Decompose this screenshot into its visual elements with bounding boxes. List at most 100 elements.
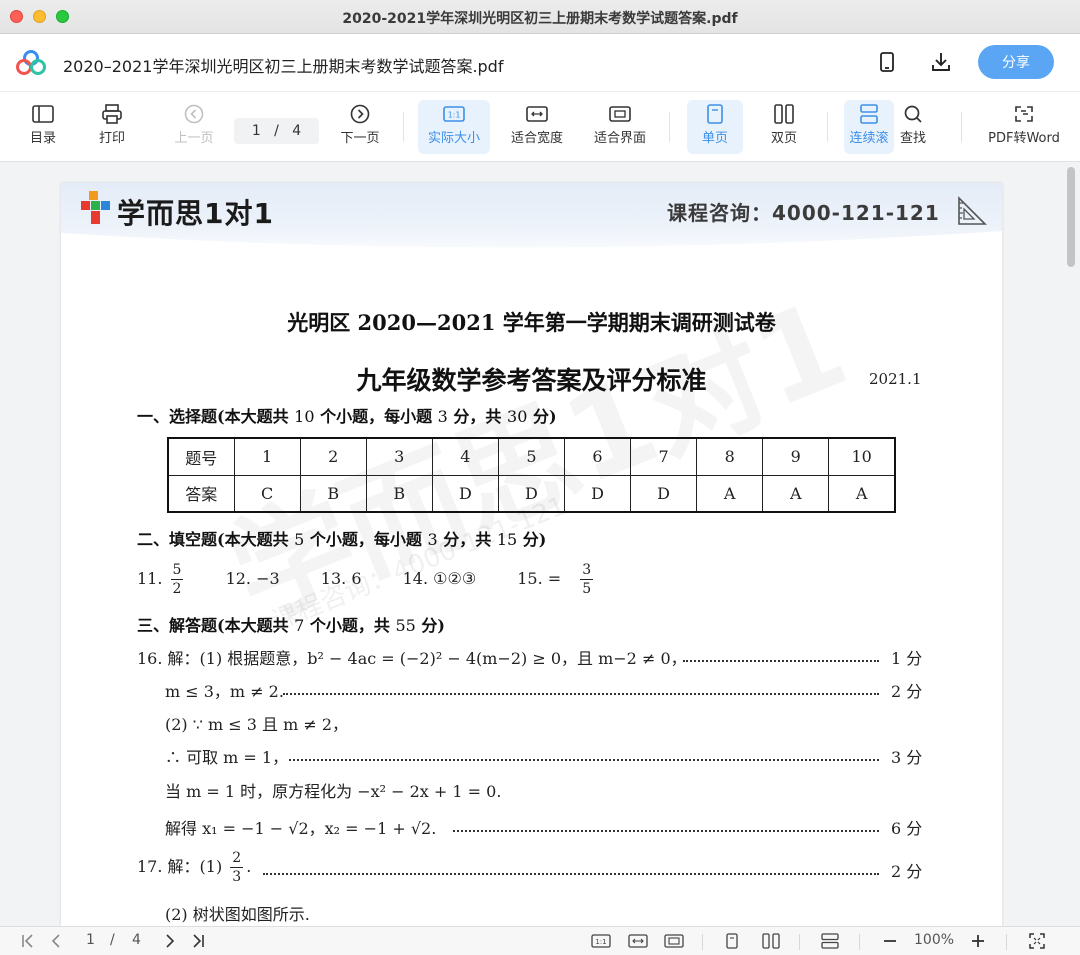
cloud-logo-icon: [16, 50, 46, 75]
window-title: 2020-2021学年深圳光明区初三上册期末考数学试题答案.pdf: [342, 11, 738, 27]
last-page-icon[interactable]: [190, 933, 206, 949]
previous-page-icon[interactable]: [48, 933, 64, 949]
q16-line4: ∴ 可取 m = 1，: [165, 748, 289, 767]
single-page-icon: [707, 104, 723, 124]
zoom-out-icon[interactable]: [882, 933, 898, 949]
q12-answer: 12. −3: [225, 569, 280, 588]
table-row-answers: 答案 C B B D D D D A A A: [167, 474, 896, 513]
actual-size-icon: 1:1: [443, 106, 465, 122]
q16-score3: 3 分: [891, 748, 923, 767]
table-cell: C: [233, 474, 301, 513]
app-window: 2020-2021学年深圳光明区初三上册期末考数学试题答案.pdf 2020–2…: [0, 0, 1080, 955]
pdf-to-word-label: PDF转Word: [988, 131, 1060, 146]
sidebar-icon: [32, 105, 54, 123]
zoom-in-icon[interactable]: [970, 933, 986, 949]
mobile-phone-icon[interactable]: [875, 50, 899, 74]
next-page-label: 下一页: [340, 131, 380, 146]
fit-width-button[interactable]: 适合宽度: [505, 100, 569, 154]
fit-page-icon[interactable]: [664, 933, 684, 949]
print-button[interactable]: 打印: [91, 100, 133, 154]
table-cell: D: [630, 474, 698, 513]
exam-title: 光明区 2020—2021 学年第一学期期末调研测试卷: [287, 310, 776, 335]
exam-date: 2021.1: [869, 370, 922, 388]
first-page-icon[interactable]: [20, 933, 36, 949]
single-page-button[interactable]: 单页: [687, 100, 743, 154]
status-divider: [1006, 934, 1007, 950]
q11-fraction: 52: [170, 562, 184, 597]
chevron-right-circle-icon: [350, 104, 370, 124]
q16-line3: (2) ∵ m ≤ 3 且 m ≠ 2，: [165, 715, 349, 734]
table-cell: 2: [299, 437, 367, 476]
table-cell: A: [696, 474, 764, 513]
continuous-scroll-button[interactable]: 连续滚: [844, 100, 894, 154]
single-page-icon[interactable]: [724, 933, 740, 949]
double-page-icon: [774, 104, 794, 124]
consult-hotline: 课程咨询：4000-121-121: [667, 201, 940, 225]
answer-key-title: 九年级数学参考答案及评分标准: [356, 366, 707, 395]
table-header-cell: 题号: [167, 437, 235, 476]
zoom-level[interactable]: 100%: [914, 932, 954, 948]
page-number-input[interactable]: 1 / 4: [234, 118, 319, 144]
leader-dots: [683, 660, 879, 662]
q17-line2: (2) 树状图如图所示.: [165, 905, 310, 924]
fullscreen-icon[interactable]: [1029, 933, 1045, 949]
leader-dots: [453, 830, 879, 832]
q13-answer: 13. 6: [320, 569, 362, 588]
table-header-cell: 答案: [167, 474, 235, 513]
actual-size-icon[interactable]: 1:1: [591, 933, 611, 949]
table-cell: 1: [233, 437, 301, 476]
table-cell: B: [365, 474, 433, 513]
toolbar-divider: [403, 112, 404, 142]
toc-button[interactable]: 目录: [22, 100, 64, 154]
next-page-icon[interactable]: [162, 933, 178, 949]
current-page: 1: [251, 123, 261, 139]
fit-width-icon: [526, 106, 548, 122]
q16-score4: 6 分: [891, 819, 923, 838]
leader-dots: [263, 873, 879, 875]
next-page-button[interactable]: 下一页: [334, 100, 386, 154]
leader-dots: [283, 693, 879, 695]
status-total-pages: 4: [132, 932, 141, 948]
page-banner: 学而思1对1 课程咨询：4000-121-121: [61, 183, 1002, 263]
share-button[interactable]: 分享: [978, 45, 1054, 79]
printer-icon: [102, 104, 122, 124]
pdf-to-word-button[interactable]: PDF转Word: [982, 100, 1066, 154]
convert-icon: [1015, 106, 1033, 122]
table-cell: A: [762, 474, 830, 513]
total-pages: 4: [292, 123, 302, 139]
brand-name: 学而思1对1: [117, 197, 274, 230]
fit-width-icon[interactable]: [628, 933, 648, 949]
search-button[interactable]: 查找: [893, 100, 933, 154]
continuous-scroll-icon[interactable]: [820, 933, 840, 949]
actual-size-label: 实际大小: [427, 131, 480, 146]
table-cell: D: [497, 474, 565, 513]
actual-size-button[interactable]: 1:1 实际大小: [418, 100, 490, 154]
fit-width-label: 适合宽度: [510, 131, 563, 146]
section-multiple-choice: 一、选择题(本大题共 10 个小题，每小题 3 分，共 30 分): [137, 407, 557, 426]
continuous-scroll-icon: [860, 104, 878, 124]
prev-page-label: 上一页: [174, 131, 214, 146]
q16-score1: 1 分: [891, 649, 923, 668]
section-fill-in: 二、填空题(本大题共 5 个小题，每小题 3 分，共 15 分): [137, 530, 547, 549]
document-viewer[interactable]: 学而思1对1 课程咨询：4000-121-121 学而思1对1 课程咨询：400…: [0, 163, 1080, 926]
double-page-button[interactable]: 双页: [761, 100, 807, 154]
svg-text:1:1: 1:1: [595, 938, 606, 946]
table-cell: 9: [762, 437, 830, 476]
vertical-scrollbar[interactable]: [1067, 167, 1075, 267]
set-square-icon: [958, 196, 987, 225]
q16-line5: 当 m = 1 时，原方程化为 −x² − 2x + 1 = 0.: [165, 782, 502, 801]
double-page-icon[interactable]: [761, 933, 781, 949]
print-label: 打印: [98, 131, 125, 146]
status-current-page[interactable]: 1: [86, 932, 95, 948]
table-row-numbers: 题号 1 2 3 4 5 6 7 8 9 10: [167, 437, 896, 476]
fit-page-button[interactable]: 适合界面: [588, 100, 652, 154]
prev-page-button[interactable]: 上一页: [168, 100, 220, 154]
q16-line6: 解得 x₁ = −1 − √2，x₂ = −1 + √2.: [165, 819, 437, 838]
app-header: 2020–2021学年深圳光明区初三上册期末考数学试题答案.pdf 分享: [0, 34, 1080, 92]
download-icon[interactable]: [929, 50, 953, 74]
pdf-page: 学而思1对1 课程咨询：4000-121-121 学而思1对1 课程咨询：400…: [61, 183, 1002, 926]
toolbar-divider: [961, 112, 962, 142]
single-page-label: 单页: [701, 131, 728, 146]
fit-page-label: 适合界面: [593, 131, 646, 146]
table-cell: 7: [630, 437, 698, 476]
